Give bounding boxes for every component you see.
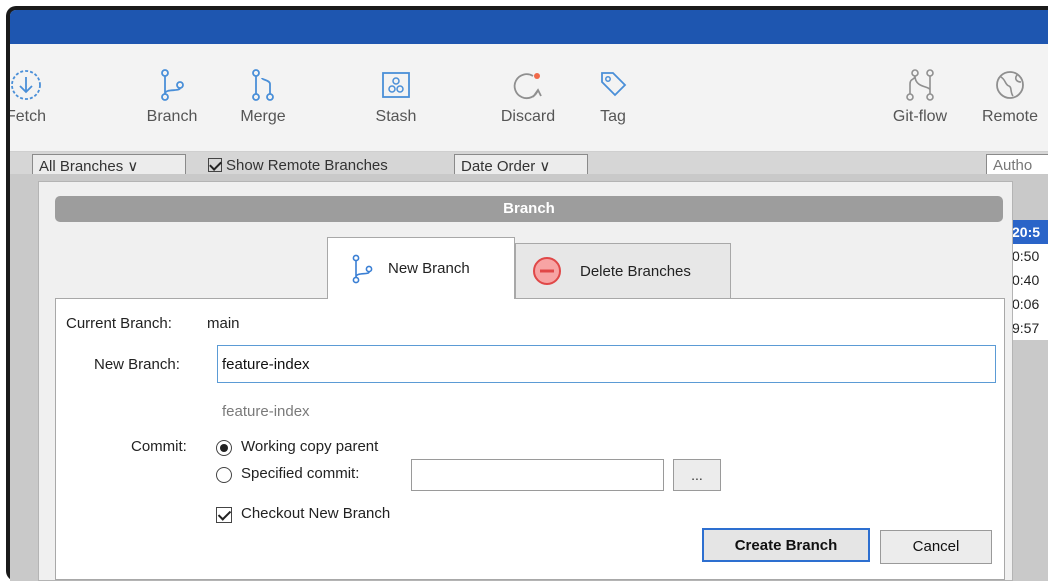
show-remote-label: Show Remote Branches — [226, 157, 388, 174]
new-branch-input[interactable] — [217, 345, 996, 383]
commit-time[interactable]: 20:5 — [1008, 220, 1048, 244]
merge-label: Merge — [240, 108, 286, 125]
show-remote-toggle[interactable]: Show Remote Branches — [208, 157, 388, 174]
remote-button[interactable]: Remote — [970, 68, 1048, 126]
discard-label: Discard — [500, 108, 556, 125]
new-branch-panel: Current Branch: main New Branch: feature… — [55, 298, 1005, 580]
tag-button[interactable]: Tag — [573, 68, 653, 126]
dialog-title: Branch — [55, 196, 1003, 222]
commit-time[interactable]: 9:57 — [1008, 316, 1048, 340]
branch-name-preview: feature-index — [222, 403, 310, 420]
commit-time[interactable]: 0:06 — [1008, 292, 1048, 316]
branch-dialog: Branch New Branch Delete Branches Curren… — [38, 181, 1013, 581]
tab-new-branch[interactable]: New Branch — [327, 237, 515, 299]
gitflow-icon — [880, 68, 960, 106]
tag-icon — [573, 68, 653, 106]
tag-label: Tag — [600, 108, 626, 125]
discard-icon — [488, 68, 568, 106]
commit-time[interactable]: 0:40 — [1008, 268, 1048, 292]
branch-icon — [350, 254, 374, 284]
new-branch-label: New Branch: — [94, 356, 180, 373]
commit-label: Commit: — [131, 438, 187, 455]
order-select[interactable]: Date Order ∨ — [454, 154, 588, 174]
stash-icon — [356, 68, 436, 106]
commit-time[interactable]: 0:50 — [1008, 244, 1048, 268]
merge-icon — [223, 68, 303, 106]
specified-commit-radio[interactable] — [216, 467, 232, 483]
fetch-label: Fetch — [10, 108, 46, 125]
filter-bar: All Branches ∨ Show Remote Branches Date… — [10, 152, 1048, 174]
title-bar — [10, 10, 1048, 44]
stash-label: Stash — [375, 108, 417, 125]
remote-label: Remote — [981, 108, 1039, 125]
branch-label: Branch — [146, 108, 198, 125]
app-window: Fetch Branch Merge Stash Discard Tag Git… — [10, 10, 1048, 581]
tab-delete-branches-label: Delete Branches — [580, 262, 691, 280]
branch-button[interactable]: Branch — [132, 68, 212, 126]
author-search-input[interactable]: Autho — [986, 154, 1048, 174]
fetch-icon — [10, 68, 66, 106]
stash-button[interactable]: Stash — [356, 68, 436, 126]
fetch-button[interactable]: Fetch — [10, 68, 66, 126]
toolbar: Fetch Branch Merge Stash Discard Tag Git… — [10, 44, 1048, 152]
cancel-button[interactable]: Cancel — [880, 530, 992, 564]
merge-button[interactable]: Merge — [223, 68, 303, 126]
show-remote-checkbox[interactable] — [208, 158, 222, 172]
globe-icon — [970, 68, 1048, 106]
tab-delete-branches[interactable]: Delete Branches — [515, 243, 731, 298]
current-branch-value: main — [207, 315, 240, 332]
checkout-checkbox[interactable] — [216, 507, 232, 523]
working-copy-label[interactable]: Working copy parent — [241, 438, 378, 455]
tab-new-branch-label: New Branch — [388, 260, 470, 277]
checkout-label[interactable]: Checkout New Branch — [241, 505, 390, 522]
discard-button[interactable]: Discard — [488, 68, 568, 126]
create-branch-button[interactable]: Create Branch — [702, 528, 870, 562]
commit-time-column: 20:5 0:50 0:40 0:06 9:57 — [1008, 220, 1048, 340]
browse-commit-button[interactable]: ... — [673, 459, 721, 491]
branch-icon — [132, 68, 212, 106]
current-branch-label: Current Branch: — [66, 315, 172, 332]
gitflow-button[interactable]: Git-flow — [880, 68, 960, 126]
specified-commit-input[interactable] — [411, 459, 664, 491]
remove-icon — [532, 256, 562, 286]
specified-commit-label[interactable]: Specified commit: — [241, 465, 359, 482]
branches-filter-select[interactable]: All Branches ∨ — [32, 154, 186, 174]
gitflow-label: Git-flow — [892, 108, 948, 125]
working-copy-radio[interactable] — [216, 440, 232, 456]
